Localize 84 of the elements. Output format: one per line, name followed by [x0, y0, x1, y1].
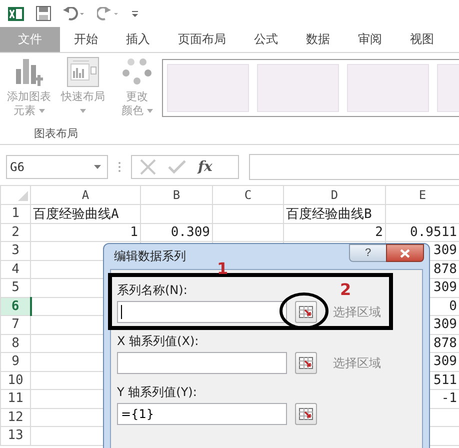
- chart-style-thumbnail[interactable]: [167, 64, 249, 112]
- row-header[interactable]: 11: [0, 390, 30, 408]
- insert-function-button[interactable]: fx: [198, 159, 212, 175]
- row-header[interactable]: 13: [0, 426, 30, 445]
- column-header[interactable]: D: [284, 186, 386, 204]
- dialog-title: 编辑数据系列: [114, 248, 186, 265]
- row-header[interactable]: 8: [0, 334, 30, 352]
- formula-input[interactable]: [249, 154, 459, 180]
- table-cell: 0.9511: [410, 224, 457, 240]
- row-header[interactable]: 5: [0, 278, 30, 297]
- ribbon-tab[interactable]: 插入: [112, 31, 164, 48]
- table-cell: 1: [130, 224, 138, 240]
- ribbon-tab[interactable]: 公式: [240, 31, 292, 48]
- ribbon-tab[interactable]: 审阅: [344, 31, 396, 48]
- select-range-label: 选择区域: [333, 304, 381, 320]
- table-cell: 878: [434, 336, 457, 351]
- row-header[interactable]: 6: [0, 297, 30, 316]
- table-cell: 0.309: [170, 224, 210, 240]
- range-select-button[interactable]: [295, 352, 317, 374]
- grid-arrow-icon: [299, 306, 313, 318]
- help-button[interactable]: ?: [349, 244, 387, 262]
- input-field[interactable]: ={1}: [117, 403, 287, 425]
- row-header[interactable]: 7: [0, 316, 30, 334]
- field-label: X 轴系列值(X):: [117, 333, 199, 349]
- customize-toolbar-icon[interactable]: [131, 8, 139, 18]
- color-dots-icon: [122, 57, 152, 87]
- column-header[interactable]: C: [212, 186, 284, 204]
- redo-icon[interactable]: [97, 6, 119, 20]
- grid-arrow-icon: [299, 408, 313, 420]
- grid-arrow-icon: [299, 357, 313, 369]
- table-cell: 百度经验曲线B: [286, 206, 372, 222]
- dropdown-icon: [146, 108, 153, 113]
- table-cell: -1: [441, 391, 457, 406]
- row-header[interactable]: 3: [0, 242, 30, 260]
- text-cursor: [121, 305, 122, 319]
- dropdown-icon: [80, 108, 86, 113]
- ribbon-tab[interactable]: 页面布局: [164, 31, 240, 48]
- ribbon-tab[interactable]: 数据: [292, 31, 344, 48]
- table-cell: 309: [434, 243, 457, 258]
- input-field[interactable]: [117, 301, 287, 323]
- grip-icon: [118, 161, 121, 173]
- row-header[interactable]: 10: [0, 371, 30, 390]
- table-cell: 百度经验曲线A: [33, 206, 119, 222]
- column-header[interactable]: A: [30, 186, 140, 204]
- chart-layout-icon: [67, 57, 99, 87]
- chart-style-thumbnail[interactable]: [347, 64, 429, 112]
- range-select-button[interactable]: [295, 403, 317, 425]
- table-cell: 309: [434, 317, 457, 332]
- close-button[interactable]: [386, 244, 424, 262]
- table-cell: 2: [375, 224, 383, 240]
- range-select-button[interactable]: [295, 301, 317, 323]
- field-label: 系列名称(N):: [117, 282, 188, 298]
- table-cell: 309: [434, 354, 457, 370]
- row-header[interactable]: 4: [0, 260, 30, 278]
- ribbon-tab[interactable]: 开始: [60, 31, 112, 48]
- undo-icon[interactable]: [63, 6, 85, 20]
- group-label: 图表布局: [33, 126, 79, 142]
- row-header[interactable]: 2: [0, 223, 30, 242]
- table-cell: 511: [434, 372, 457, 388]
- chart-plus-icon: [14, 57, 44, 87]
- name-box[interactable]: G6: [6, 155, 108, 179]
- step-number: 1: [217, 261, 228, 277]
- row-header[interactable]: 12: [0, 408, 30, 426]
- close-icon: [400, 248, 410, 258]
- input-field[interactable]: [117, 352, 287, 374]
- column-header[interactable]: E: [386, 186, 459, 204]
- cancel-icon[interactable]: [140, 159, 156, 175]
- ribbon-tab[interactable]: 视图: [396, 31, 448, 48]
- dropdown-icon: [94, 165, 101, 169]
- table-cell: 0: [449, 298, 457, 314]
- table-cell: 309: [434, 280, 457, 296]
- chart-style-thumbnail[interactable]: [257, 64, 339, 112]
- table-cell: 878: [434, 262, 457, 277]
- step-number: 2: [340, 282, 352, 298]
- select-range-label: 选择区域: [333, 354, 381, 372]
- field-value: ={1}: [121, 407, 154, 421]
- row-header[interactable]: 9: [0, 352, 30, 371]
- save-icon[interactable]: [36, 6, 51, 21]
- row-header[interactable]: 1: [0, 204, 30, 223]
- select-all-icon[interactable]: [18, 190, 28, 200]
- column-header[interactable]: B: [140, 186, 212, 204]
- checkmark-icon[interactable]: [168, 160, 186, 174]
- dropdown-icon: [38, 108, 45, 113]
- field-label: Y 轴系列值(Y):: [117, 384, 197, 400]
